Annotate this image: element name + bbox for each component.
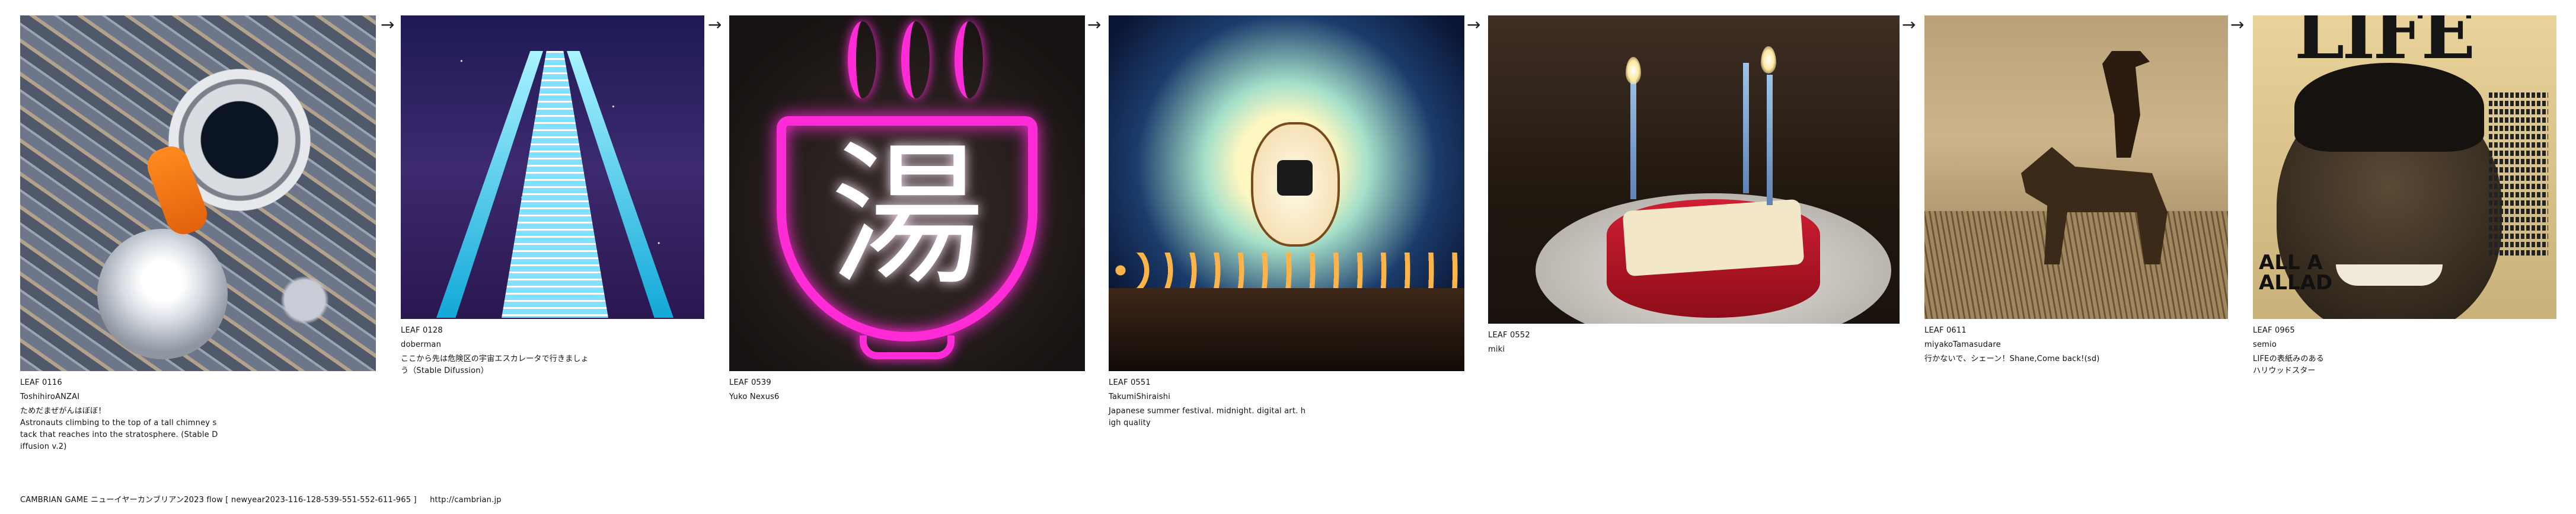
- neon-bowl-foot: [860, 336, 955, 359]
- festival-lights: [1109, 253, 1464, 288]
- leaf-card-0965[interactable]: LIFE ALL A ALLAD LEAF 0965 semio LIFEの表紙…: [2253, 15, 2556, 377]
- leaf-number: LEAF 0611: [1924, 326, 1967, 335]
- leaf-caption: LEAF 0116 ToshihiroANZAI ためだまぜがんはぼぼ！ Ast…: [20, 377, 376, 453]
- cover-headline: ALL A ALLAD: [2259, 251, 2333, 295]
- flow-arrow-icon: →: [2230, 15, 2245, 34]
- candle: [1743, 63, 1749, 193]
- leaf-image-festival[interactable]: [1109, 15, 1464, 371]
- leaf-author[interactable]: miki: [1488, 344, 1900, 356]
- leaf-author[interactable]: miyakoTamasudare: [1924, 339, 2228, 351]
- leaf-image-magazine[interactable]: LIFE ALL A ALLAD: [2253, 15, 2556, 319]
- leaf-caption: LEAF 0965 semio LIFEの表紙みのある ハリウッドスター: [2253, 325, 2556, 377]
- flow-arrow-icon: →: [1902, 15, 1916, 34]
- leaf-number: LEAF 0552: [1488, 331, 1530, 340]
- leaf-author[interactable]: doberman: [401, 339, 704, 351]
- portrait-hair: [2294, 63, 2484, 152]
- leaf-number: LEAF 0116: [20, 378, 62, 387]
- leaf-card-0611[interactable]: LEAF 0611 miyakoTamasudare 行かないで、シェーン！Sh…: [1924, 15, 2228, 365]
- leaf-caption: LEAF 0611 miyakoTamasudare 行かないで、シェーン！Sh…: [1924, 325, 2228, 365]
- candle: [1767, 75, 1773, 205]
- leaf-card-0552[interactable]: LEAF 0552 miki: [1488, 15, 1900, 358]
- leaf-number: LEAF 0539: [729, 378, 771, 387]
- leaf-card-0116[interactable]: LEAF 0116 ToshihiroANZAI ためだまぜがんはぼぼ！ Ast…: [20, 15, 376, 453]
- steam-line: [955, 21, 983, 98]
- leaf-image-cowboy[interactable]: [1924, 15, 2228, 319]
- leaf-caption: LEAF 0539 Yuko Nexus6: [729, 377, 1085, 403]
- flow-arrow-icon: →: [1087, 15, 1102, 34]
- portrait-smile: [2336, 264, 2443, 286]
- leaf-caption: LEAF 0552 miki: [1488, 330, 1900, 356]
- leaf-author[interactable]: TakumiShiraishi: [1109, 391, 1464, 403]
- leaf-author[interactable]: Yuko Nexus6: [729, 391, 1085, 403]
- prairie-ground: [1924, 211, 2228, 319]
- cowboy-silhouette: [2102, 51, 2150, 158]
- leaf-number: LEAF 0965: [2253, 326, 2295, 335]
- leaf-card-0539[interactable]: 湯 LEAF 0539 Yuko Nexus6: [729, 15, 1085, 406]
- festival-crowd: [1109, 288, 1464, 371]
- leaf-image-neon-sign[interactable]: 湯: [729, 15, 1085, 371]
- cover-side-text: [2489, 92, 2548, 258]
- leaf-image-escalator[interactable]: [401, 15, 704, 319]
- leaf-author[interactable]: ToshihiroANZAI: [20, 391, 376, 403]
- flow-arrow-icon: →: [708, 15, 722, 34]
- candle-flame: [1626, 57, 1641, 84]
- leaf-card-0128[interactable]: LEAF 0128 doberman ここから先は危険区の宇宙エスカレータで行き…: [401, 15, 704, 377]
- leaf-image-cake[interactable]: [1488, 15, 1900, 324]
- leaf-author[interactable]: semio: [2253, 339, 2556, 351]
- flow-arrow-icon: →: [1467, 15, 1481, 34]
- candle: [1630, 69, 1636, 199]
- steam-line: [848, 21, 876, 98]
- leaf-caption: LEAF 0128 doberman ここから先は危険区の宇宙エスカレータで行き…: [401, 325, 704, 377]
- leaf-description: LIFEの表紙みのある ハリウッドスター: [2253, 355, 2324, 375]
- leaf-card-0551[interactable]: LEAF 0551 TakumiShiraishi Japanese summe…: [1109, 15, 1464, 429]
- candle-flame: [1761, 46, 1776, 74]
- site-link[interactable]: http://cambrian.jp: [430, 496, 502, 505]
- paper-lantern: [1251, 122, 1340, 247]
- leaf-description: Japanese summer festival. midnight. digi…: [1109, 407, 1306, 427]
- steam-line: [901, 21, 930, 98]
- leaf-caption: LEAF 0551 TakumiShiraishi Japanese summe…: [1109, 377, 1464, 429]
- leaf-description: ためだまぜがんはぼぼ！ Astronauts climbing to the t…: [20, 407, 218, 451]
- leaf-number: LEAF 0551: [1109, 378, 1151, 387]
- leaf-description: ここから先は危険区の宇宙エスカレータで行きましょ う（Stable Difuss…: [401, 355, 589, 375]
- neon-kanji: 湯: [830, 127, 984, 307]
- leaf-image-astronaut[interactable]: [20, 15, 376, 371]
- leaf-description: 行かないで、シェーン！Shane,Come back!(sd): [1924, 355, 2100, 363]
- page-footer: CAMBRIAN GAME ニューイヤーカンブリアン2023 flow [ ne…: [20, 493, 512, 505]
- city-dome: [97, 229, 228, 359]
- flow-arrow-icon: →: [381, 15, 395, 34]
- cake-message-plaque: [1622, 199, 1805, 277]
- cover-masthead: LIFE: [2294, 15, 2475, 75]
- flow-title: CAMBRIAN GAME ニューイヤーカンブリアン2023 flow [ ne…: [20, 496, 417, 505]
- leaf-number: LEAF 0128: [401, 326, 443, 335]
